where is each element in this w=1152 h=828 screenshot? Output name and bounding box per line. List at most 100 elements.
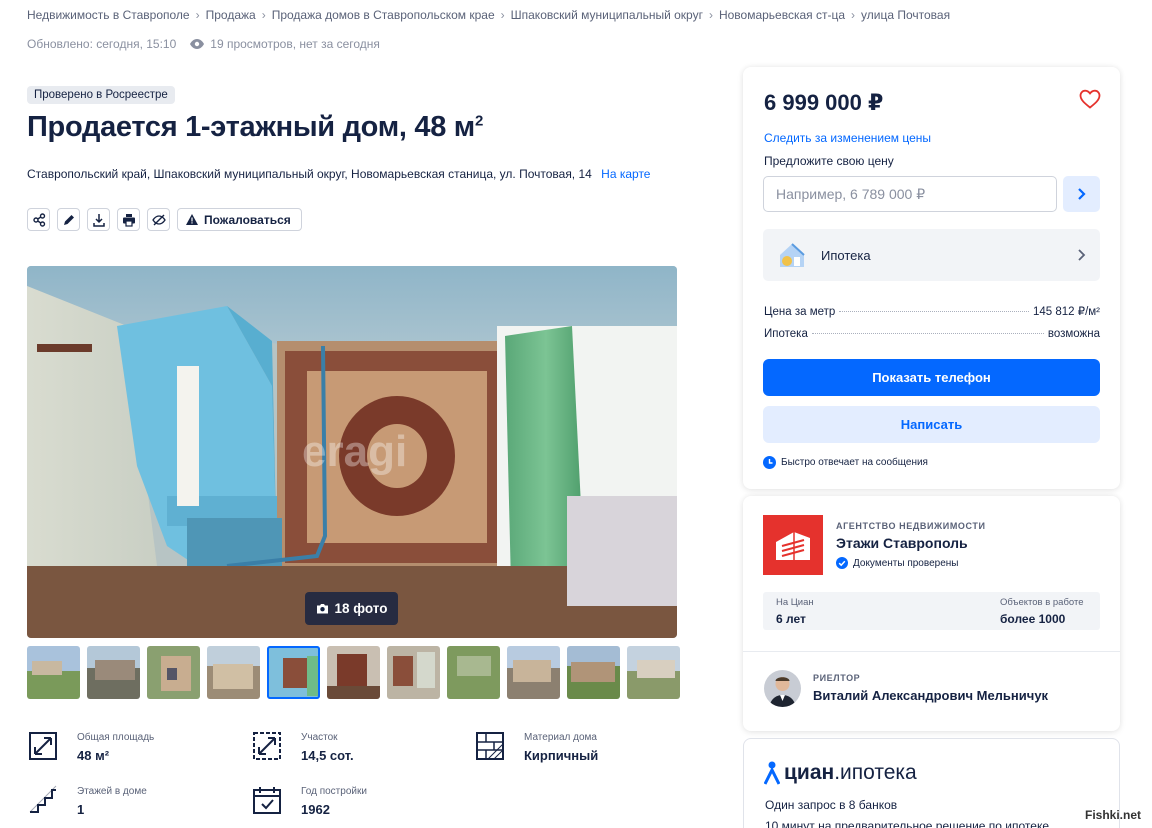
building-logo-icon (776, 532, 810, 560)
title-text: Продается 1-этажный дом, 48 м (27, 111, 475, 143)
agency-logo[interactable] (763, 515, 823, 575)
mortgage-availability-row: Ипотека возможна (764, 328, 1100, 340)
agency-type: АГЕНТСТВО НЕДВИЖИМОСТИ (836, 521, 986, 531)
agency-stats: На Циан 6 лет Объектов в работе более 1000 (763, 592, 1100, 630)
photo-watermark: eragi (302, 427, 407, 476)
pencil-icon (63, 214, 74, 225)
address: Ставропольский край, Шпаковский муниципа… (27, 167, 650, 181)
thumbnail[interactable] (387, 646, 440, 699)
edit-note-button[interactable] (57, 208, 80, 231)
stat-value: 6 лет (776, 612, 806, 626)
row-label: Цена за метр (764, 306, 836, 318)
breadcrumb-item[interactable]: Продажа домов в Ставропольском крае (272, 8, 495, 22)
main-photo[interactable]: eragi (27, 266, 677, 638)
row-value: 145 812 ₽/м² (1032, 306, 1100, 318)
avatar[interactable] (764, 670, 801, 707)
fact-label: Участок (301, 732, 338, 743)
fact-material: Материал дома Кирпичный (474, 730, 598, 763)
download-button[interactable] (87, 208, 110, 231)
offer-submit-button[interactable] (1063, 176, 1100, 212)
map-link[interactable]: На карте (601, 167, 650, 181)
views-text: 19 просмотров, нет за сегодня (210, 37, 380, 51)
page-title: Продается 1-этажный дом, 48 м2 (27, 111, 483, 144)
thumbnail[interactable] (507, 646, 560, 699)
printer-icon (122, 213, 135, 227)
house-icon (780, 243, 805, 267)
breadcrumb-item[interactable]: Продажа (206, 8, 256, 22)
fact-total-area: Общая площадь 48 м² (27, 730, 154, 763)
thumbnail[interactable] (327, 646, 380, 699)
offer-price-input[interactable]: Например, 6 789 000 ₽ (763, 176, 1057, 212)
thumbnail[interactable] (627, 646, 680, 699)
photo-count-button[interactable]: 18 фото (305, 592, 398, 625)
complain-button[interactable]: Пожаловаться (177, 208, 302, 231)
offer-label: Предложите свою цену (764, 154, 894, 168)
fact-value: Кирпичный (524, 748, 599, 763)
favorite-button[interactable] (1079, 89, 1101, 114)
breadcrumb-item[interactable]: Шпаковский муниципальный округ (511, 8, 703, 22)
fact-label: Материал дома (524, 732, 597, 743)
camera-icon (316, 604, 328, 614)
price: 6 999 000 ₽ (764, 90, 884, 115)
thumbnail-active[interactable] (267, 646, 320, 699)
price-card: 6 999 000 ₽ Следить за изменением цены П… (743, 67, 1120, 489)
clock-icon (763, 456, 776, 469)
chevron-right-icon: › (195, 8, 200, 22)
fact-year: Год постройки 1962 (251, 784, 367, 817)
agency-verified: Документы проверены (836, 557, 958, 569)
mortgage-row[interactable]: Ипотека (763, 229, 1100, 281)
photo-count-label: 18 фото (334, 601, 388, 616)
room-photo-illustration: eragi (27, 266, 677, 638)
stat-objects: Объектов в работе более 1000 (1000, 597, 1084, 626)
stat-label: Объектов в работе (1000, 597, 1084, 608)
follow-price-link[interactable]: Следить за изменением цены (764, 131, 931, 145)
updated-text: Обновлено: сегодня, 15:10 (27, 37, 177, 51)
cian-mortgage-card[interactable]: циан.ипотека Один запрос в 8 банков 10 м… (743, 738, 1120, 828)
fact-value: 1 (77, 802, 85, 817)
breadcrumb-item[interactable]: Новомарьевская ст-ца (719, 8, 845, 22)
share-icon (32, 212, 45, 227)
write-message-button[interactable]: Написать (763, 406, 1100, 443)
show-phone-button[interactable]: Показать телефон (763, 359, 1100, 396)
chevron-right-icon: › (261, 8, 266, 22)
print-button[interactable] (117, 208, 140, 231)
cian-ipoteka-logo: циан.ипотека (764, 761, 917, 785)
mortgage-label: Ипотека (821, 247, 871, 263)
breadcrumb-item[interactable]: улица Почтовая (861, 8, 950, 22)
thumbnail[interactable] (567, 646, 620, 699)
calendar-icon (253, 787, 281, 814)
thumbnail[interactable] (447, 646, 500, 699)
divider (743, 651, 1120, 652)
logo-rest: .ипотека (834, 761, 917, 784)
cian-line-2: 10 минут на предварительное решение по и… (765, 819, 1049, 828)
address-text: Ставропольский край, Шпаковский муниципа… (27, 167, 592, 181)
agency-card: АГЕНТСТВО НЕДВИЖИМОСТИ Этажи Ставрополь … (743, 496, 1120, 731)
site-watermark: Fishki.net (1085, 808, 1142, 822)
chevron-right-icon (1077, 188, 1086, 200)
stairs-icon (29, 785, 57, 813)
realtor-name[interactable]: Виталий Александрович Мельничук (813, 688, 1048, 703)
fact-value: 1962 (301, 802, 330, 817)
thumbnail[interactable] (87, 646, 140, 699)
logo-bold: циан (784, 761, 835, 784)
offer-placeholder: Например, 6 789 000 ₽ (776, 185, 926, 202)
verified-icon (836, 557, 848, 569)
chevron-right-icon: › (708, 8, 713, 22)
realtor-role: РИЕЛТОР (813, 673, 861, 683)
fast-reply-note: Быстро отвечает на сообщения (763, 456, 928, 469)
area-icon (29, 732, 57, 760)
agency-name[interactable]: Этажи Ставрополь (836, 535, 968, 551)
thumbnail[interactable] (27, 646, 80, 699)
complain-label: Пожаловаться (204, 212, 291, 227)
chevron-right-icon (1078, 249, 1086, 261)
fact-value: 48 м² (77, 748, 110, 763)
breadcrumb-item[interactable]: Недвижимость в Ставрополе (27, 8, 190, 22)
thumbnail[interactable] (207, 646, 260, 699)
fact-label: Год постройки (301, 786, 367, 797)
price-per-meter-row: Цена за метр 145 812 ₽/м² (764, 304, 1100, 318)
stat-label: На Циан (776, 597, 814, 608)
share-button[interactable] (27, 208, 50, 231)
hide-button[interactable] (147, 208, 170, 231)
thumbnail[interactable] (147, 646, 200, 699)
toolbar: Пожаловаться (27, 208, 302, 231)
